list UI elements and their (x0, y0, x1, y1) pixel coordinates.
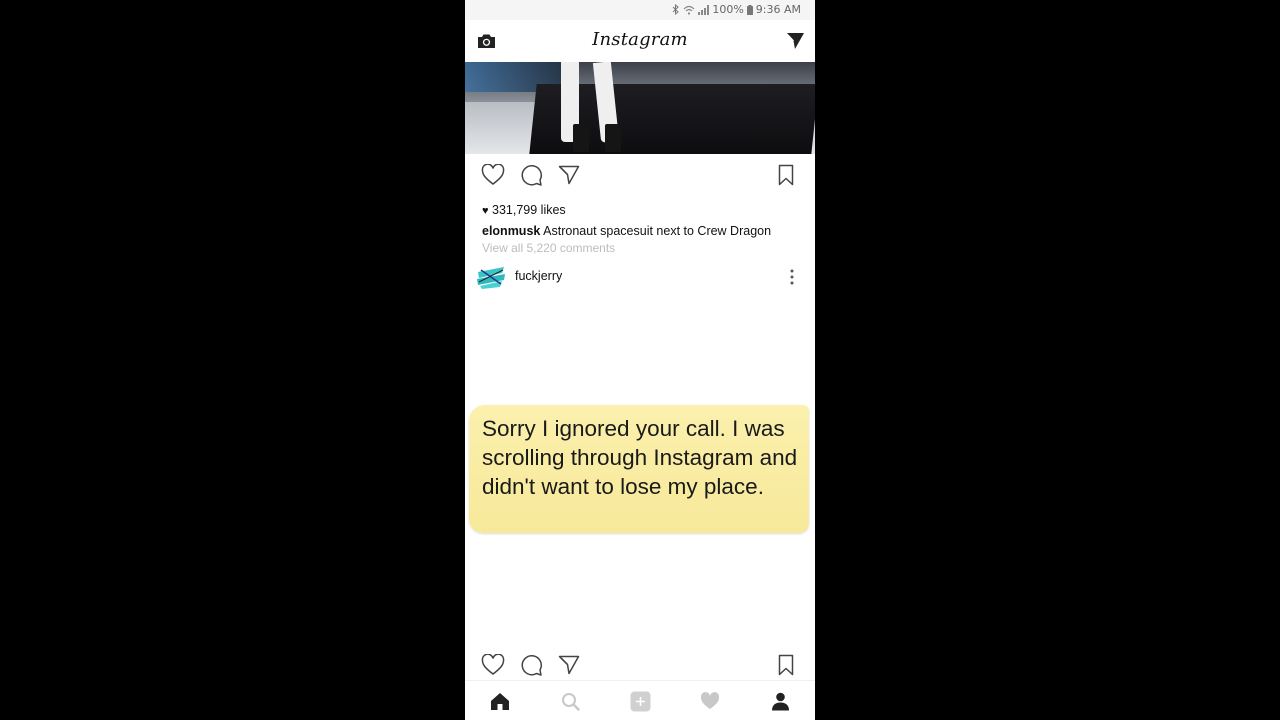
comment-icon[interactable] (518, 652, 544, 678)
caption-text: Astronaut spacesuit next to Crew Dragon (543, 224, 772, 238)
small-heart-icon: ♥ (482, 205, 489, 217)
likes-count[interactable]: ♥ 331,799 likes (482, 203, 566, 217)
bookmark-icon[interactable] (773, 162, 799, 188)
more-vertical-icon[interactable] (787, 267, 797, 287)
signal-icon (698, 4, 710, 15)
app-logo: Instagram (592, 29, 688, 50)
status-bar: 100% 9:36 AM (465, 0, 815, 20)
home-icon[interactable] (485, 689, 515, 713)
app-header: Instagram (465, 20, 815, 62)
meme-text: Sorry I ignored your call. I was scrolli… (482, 416, 798, 499)
battery-percent: 100% (712, 3, 744, 16)
post-caption: elonmusk Astronaut spacesuit next to Cre… (482, 224, 771, 238)
boot-right (605, 124, 621, 152)
bottom-nav (465, 680, 815, 720)
view-comments-link[interactable]: View all 5,220 comments (482, 241, 615, 255)
search-icon[interactable] (555, 689, 585, 713)
add-icon[interactable] (625, 689, 655, 713)
bookmark-icon[interactable] (773, 652, 799, 678)
activity-icon[interactable] (695, 689, 725, 713)
post-actions (465, 162, 815, 192)
caption-author[interactable]: elonmusk (482, 224, 540, 238)
boot-left (573, 124, 589, 152)
comment-icon[interactable] (518, 162, 544, 188)
post-header: fuckjerry (465, 262, 815, 292)
wifi-icon (683, 5, 695, 15)
instagram-app: 100% 9:36 AM Instagram ♥ 331,799 likes e… (465, 0, 815, 720)
heart-icon[interactable] (480, 162, 506, 188)
post-image[interactable] (465, 62, 815, 154)
share-icon[interactable] (556, 652, 582, 678)
share-icon[interactable] (556, 162, 582, 188)
likes-text: 331,799 likes (492, 203, 566, 217)
avatar[interactable] (476, 264, 506, 290)
post-actions (465, 652, 815, 682)
post-author[interactable]: fuckjerry (515, 269, 562, 283)
bluetooth-icon (672, 4, 680, 15)
meme-image[interactable]: Sorry I ignored your call. I was scrolli… (469, 405, 809, 533)
heart-icon[interactable] (480, 652, 506, 678)
profile-icon[interactable] (765, 689, 795, 713)
battery-icon (746, 4, 753, 15)
paper-plane-icon[interactable] (783, 29, 807, 53)
clock: 9:36 AM (755, 3, 801, 16)
